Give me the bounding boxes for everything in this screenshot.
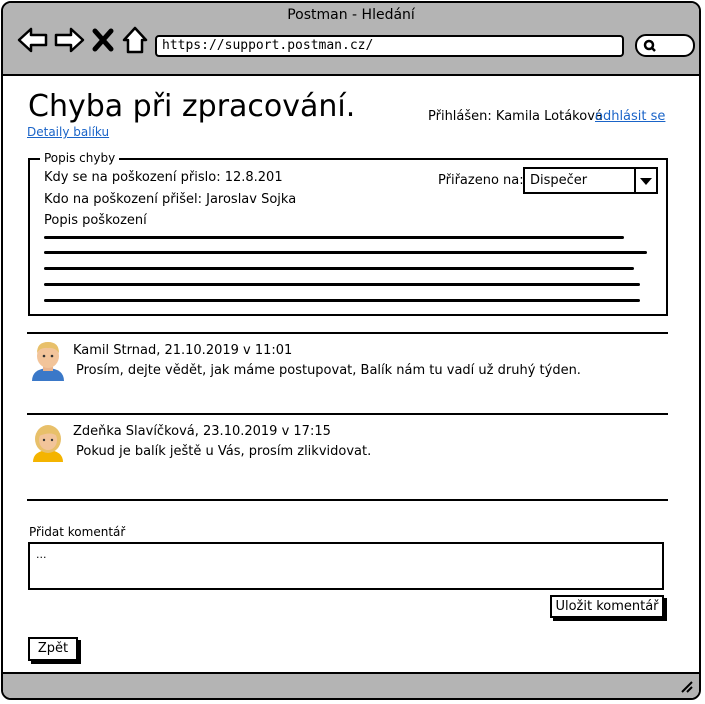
save-comment-button[interactable]: Uložit komentář xyxy=(550,595,664,618)
assigned-to-label: Přiřazeno na: xyxy=(438,173,524,188)
comment-input[interactable]: ... xyxy=(28,542,664,590)
damage-description-label: Popis poškození xyxy=(44,213,147,228)
comment-author: Kamil Strnad, 21.10.2019 v 11:01 xyxy=(73,343,293,358)
logged-in-label: Přihlášen: Kamila Lotáková xyxy=(428,109,603,124)
comment-text: Pokud je balík ještě u Vás, prosím zlikv… xyxy=(76,444,372,459)
error-legend: Popis chyby xyxy=(40,151,120,165)
resize-grip-icon[interactable] xyxy=(679,679,693,693)
search-box[interactable] xyxy=(635,34,695,57)
divider xyxy=(27,413,668,415)
man-avatar-icon xyxy=(32,342,64,381)
error-description-group: Popis chyby Kdy se na poškození přislo: … xyxy=(28,151,668,316)
damage-date-text: Kdy se na poškození přislo: 12.8.201 xyxy=(44,170,283,185)
comment-text: Prosím, dejte vědět, jak máme postupovat… xyxy=(76,363,581,378)
home-icon[interactable] xyxy=(119,25,151,55)
page-title: Chyba při zpracování. xyxy=(28,89,356,124)
back-icon[interactable] xyxy=(17,25,49,55)
assigned-to-select[interactable]: Dispečer xyxy=(523,167,658,194)
status-bar xyxy=(3,672,699,698)
assigned-to-value: Dispečer xyxy=(530,173,588,188)
package-details-link[interactable]: Detaily balíku xyxy=(27,125,109,139)
divider xyxy=(27,499,668,501)
comment-author: Zdeňka Slavíčková, 23.10.2019 v 17:15 xyxy=(73,424,331,439)
browser-titlebar: Postman - Hledání https://support.postma… xyxy=(3,3,699,76)
forward-icon[interactable] xyxy=(53,25,85,55)
browser-window: Postman - Hledání https://support.postma… xyxy=(1,1,701,700)
logout-link[interactable]: odhlásit se xyxy=(595,109,665,124)
chevron-down-icon[interactable] xyxy=(634,169,656,192)
damage-reporter-text: Kdo na poškození přišel: Jaroslav Sojka xyxy=(44,192,297,207)
search-icon[interactable] xyxy=(643,39,657,53)
window-title: Postman - Hledání xyxy=(287,7,415,23)
back-button[interactable]: Zpět xyxy=(28,637,78,661)
add-comment-label: Přidat komentář xyxy=(29,525,126,539)
divider xyxy=(27,332,668,334)
woman-avatar-icon xyxy=(33,425,63,462)
close-icon[interactable] xyxy=(91,25,115,55)
url-bar[interactable]: https://support.postman.cz/ xyxy=(155,35,624,57)
